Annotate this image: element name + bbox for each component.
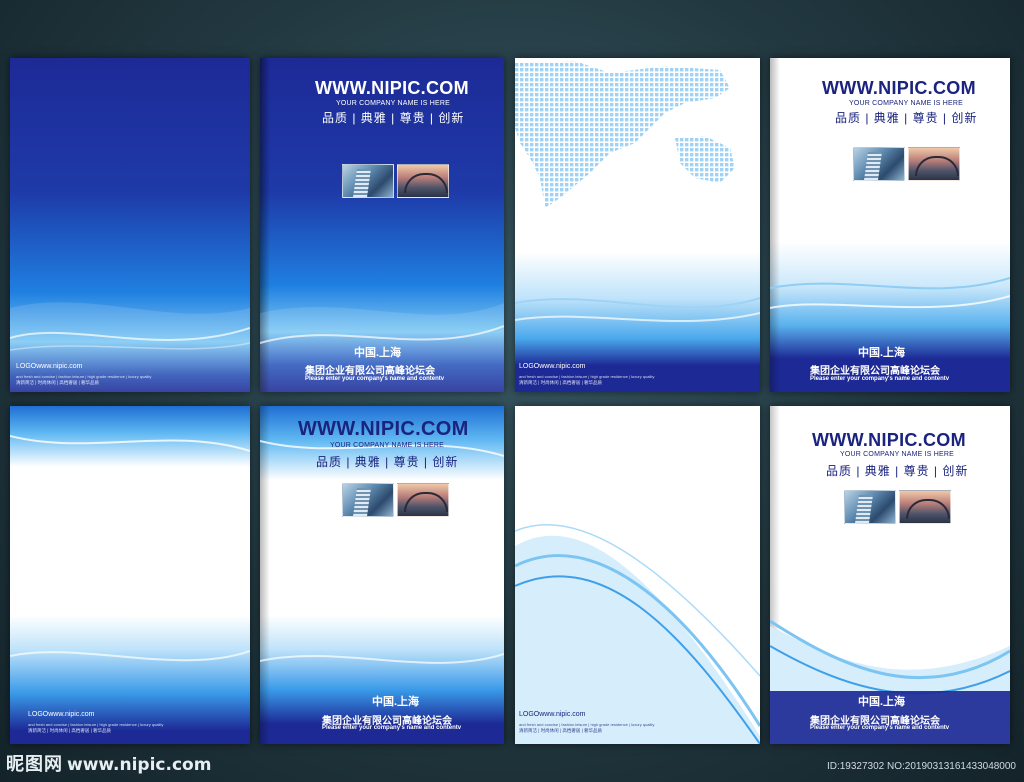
- logo-text: LOGOwww.nipic.com: [28, 711, 95, 718]
- city-label: 中国.上海: [858, 696, 906, 708]
- url-title: WWW.NIPIC.COM: [298, 418, 469, 440]
- tagline-cn: 清新简洁 | 时尚休闲 | 高档奢居 | 奢华品质: [28, 728, 112, 733]
- building-photo: [853, 147, 905, 181]
- cover-1-back: LOGOwww.nipic.com and fresh and concise …: [10, 58, 250, 392]
- wave-graphic: [515, 297, 760, 323]
- site-watermark: 昵图网 www.nipic.com: [6, 750, 211, 776]
- tagline-en: and fresh and concise | fashion leisure …: [16, 374, 152, 379]
- image-id: ID:19327302 NO:20190313161433048000: [826, 761, 1016, 772]
- tagline-cn: 清新简洁 | 时尚休闲 | 高档奢居 | 奢华品质: [519, 380, 603, 385]
- tagline-en: and fresh and concise | fashion leisure …: [519, 722, 655, 727]
- url-title: WWW.NIPIC.COM: [822, 78, 976, 98]
- url-title: WWW.NIPIC.COM: [812, 430, 966, 450]
- site-url: www.nipic.com: [67, 755, 212, 775]
- cover-3-back: LOGOwww.nipic.com and fresh and concise …: [10, 406, 250, 744]
- wave-graphic: [10, 435, 250, 662]
- tagline-en: and fresh and concise | fashion leisure …: [28, 722, 164, 727]
- bridge-photo: [397, 164, 449, 198]
- enter-text: Please enter your company's name and con…: [305, 376, 445, 382]
- motto: 品质 | 典雅 | 尊贵 | 创新: [322, 111, 465, 125]
- site-name-cn: 昵图网: [6, 754, 63, 775]
- motto: 品质 | 典雅 | 尊贵 | 创新: [826, 464, 969, 478]
- logo-text: LOGOwww.nipic.com: [16, 363, 83, 370]
- tagline-cn: 清新简洁 | 时尚休闲 | 高档奢居 | 奢华品质: [519, 728, 603, 733]
- cover-2-back: LOGOwww.nipic.com and fresh and concise …: [515, 58, 760, 392]
- bridge-photo: [908, 147, 960, 181]
- photo-strip: [844, 490, 951, 524]
- motto: 品质 | 典雅 | 尊贵 | 创新: [835, 111, 978, 125]
- photo-strip: [342, 483, 449, 517]
- tagline-en: and fresh and concise | fashion leisure …: [519, 374, 655, 379]
- forum-title: 集团企业有限公司高峰论坛会: [305, 366, 435, 377]
- motto: 品质 | 典雅 | 尊贵 | 创新: [316, 455, 459, 469]
- company-name: YOUR COMPANY NAME IS HERE: [336, 100, 451, 107]
- city-label: 中国.上海: [372, 696, 420, 708]
- photo-strip: [853, 147, 960, 181]
- enter-text: Please enter your company's name and con…: [810, 725, 950, 731]
- enter-text: Please enter your company's name and con…: [810, 376, 950, 382]
- cover-4-front: WWW.NIPIC.COM YOUR COMPANY NAME IS HERE …: [770, 406, 1010, 744]
- bridge-photo: [899, 490, 951, 524]
- forum-title: 集团企业有限公司高峰论坛会: [810, 366, 940, 377]
- logo-text: LOGOwww.nipic.com: [519, 363, 586, 370]
- company-name: YOUR COMPANY NAME IS HERE: [330, 442, 445, 449]
- cover-2-front: WWW.NIPIC.COM YOUR COMPANY NAME IS HERE …: [770, 58, 1010, 392]
- logo-text: LOGOwww.nipic.com: [519, 711, 586, 718]
- building-photo: [844, 490, 896, 524]
- city-label: 中国.上海: [354, 347, 402, 359]
- cover-1-front: WWW.NIPIC.COM YOUR COMPANY NAME IS HERE …: [260, 58, 504, 392]
- company-name: YOUR COMPANY NAME IS HERE: [849, 100, 964, 107]
- enter-text: Please enter your company's name and con…: [322, 725, 462, 731]
- building-photo: [342, 483, 394, 517]
- cover-3-front: WWW.NIPIC.COM YOUR COMPANY NAME IS HERE …: [260, 406, 504, 744]
- company-name: YOUR COMPANY NAME IS HERE: [840, 451, 955, 458]
- building-photo: [342, 164, 394, 198]
- wave-graphic: [515, 523, 760, 744]
- cover-4-back: LOGOwww.nipic.com and fresh and concise …: [515, 406, 760, 744]
- url-title: WWW.NIPIC.COM: [315, 78, 469, 98]
- bridge-photo: [397, 483, 449, 517]
- city-label: 中国.上海: [858, 347, 906, 359]
- photo-strip: [342, 164, 449, 198]
- wave-graphic: [10, 302, 250, 392]
- tagline-cn: 清新简洁 | 时尚休闲 | 高档奢居 | 奢华品质: [16, 380, 100, 385]
